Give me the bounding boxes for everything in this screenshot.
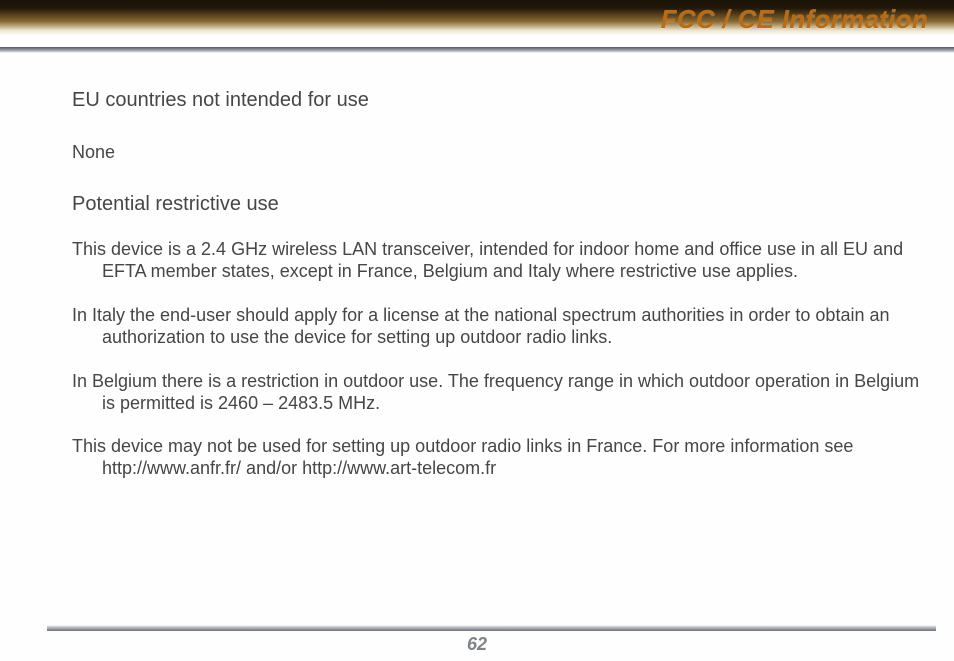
paragraph-italy: In Italy the end-user should apply for a…: [72, 305, 930, 349]
paragraph-belgium: In Belgium there is a restriction in out…: [72, 371, 930, 415]
text-none: None: [72, 142, 930, 164]
content-area: EU countries not intended for use None P…: [72, 88, 930, 502]
document-page: FCC / CE Information EU countries not in…: [0, 0, 954, 661]
heading-eu-countries: EU countries not intended for use: [72, 88, 930, 112]
header-divider: [0, 47, 954, 53]
paragraph-transceiver: This device is a 2.4 GHz wireless LAN tr…: [72, 239, 930, 283]
footer-divider: [47, 625, 936, 631]
page-header: FCC / CE Information: [0, 0, 954, 57]
page-number: 62: [0, 634, 954, 655]
heading-potential-restrictive-use: Potential restrictive use: [72, 192, 930, 216]
page-header-title: FCC / CE Information: [661, 4, 928, 35]
paragraph-france: This device may not be used for setting …: [72, 436, 930, 480]
